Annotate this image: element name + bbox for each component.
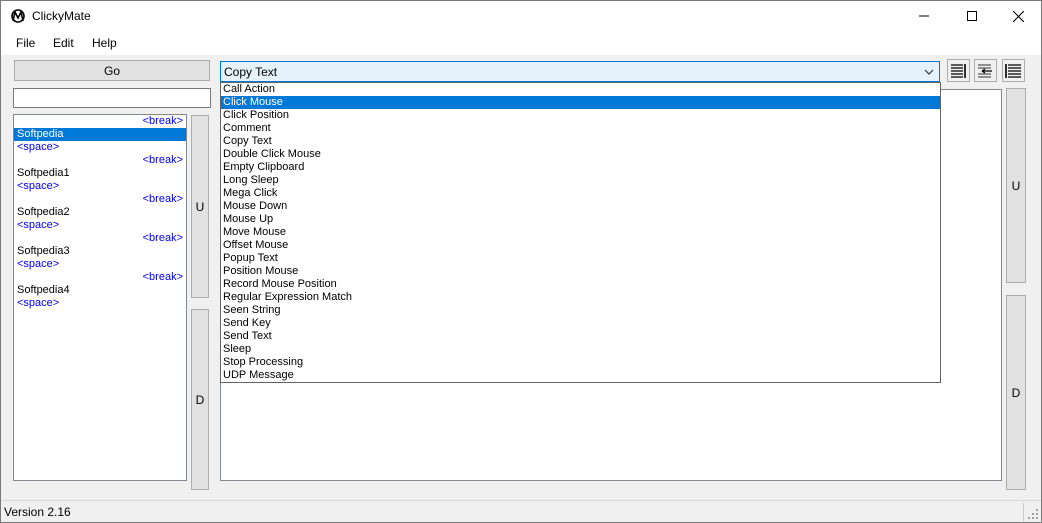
break-marker[interactable]: <break> bbox=[14, 193, 186, 206]
go-button[interactable]: Go bbox=[14, 60, 210, 81]
action-option[interactable]: Empty Clipboard bbox=[221, 161, 940, 174]
menu-edit[interactable]: Edit bbox=[53, 36, 74, 50]
sequence-item[interactable]: Softpedia4 bbox=[14, 284, 186, 297]
action-type-select[interactable]: Copy Text bbox=[220, 61, 940, 82]
action-option[interactable]: Click Position bbox=[221, 109, 940, 122]
resize-grip-icon[interactable] bbox=[1027, 508, 1039, 520]
sequence-item[interactable]: Softpedia2 bbox=[14, 206, 186, 219]
minimize-button[interactable] bbox=[901, 1, 947, 31]
action-option[interactable]: Click Mouse bbox=[221, 96, 940, 109]
sequence-item[interactable]: Softpedia bbox=[14, 128, 186, 141]
command-input[interactable] bbox=[13, 88, 211, 108]
wrap-lines-icon bbox=[1005, 64, 1021, 78]
action-option[interactable]: Regular Expression Match bbox=[221, 291, 940, 304]
break-marker[interactable]: <break> bbox=[14, 271, 186, 284]
break-marker[interactable]: <break> bbox=[14, 232, 186, 245]
sequence-item[interactable]: Softpedia1 bbox=[14, 167, 186, 180]
window-title: ClickyMate bbox=[32, 9, 91, 23]
right-up-button[interactable]: U bbox=[1006, 88, 1026, 283]
action-option[interactable]: Mouse Up bbox=[221, 213, 940, 226]
break-marker[interactable]: <break> bbox=[14, 154, 186, 167]
action-option[interactable]: Call Action bbox=[221, 83, 940, 96]
insert-line-icon bbox=[951, 64, 966, 78]
action-option[interactable]: Popup Text bbox=[221, 252, 940, 265]
action-option[interactable]: Move Mouse bbox=[221, 226, 940, 239]
close-button[interactable] bbox=[995, 1, 1041, 31]
minimize-icon bbox=[919, 15, 929, 17]
sequence-item[interactable]: Softpedia3 bbox=[14, 245, 186, 258]
action-option[interactable]: Stop Processing bbox=[221, 356, 940, 369]
space-marker[interactable]: <space> bbox=[14, 258, 186, 271]
version-label: Version 2.16 bbox=[4, 505, 71, 519]
action-option[interactable]: Seen String bbox=[221, 304, 940, 317]
right-down-button[interactable]: D bbox=[1006, 295, 1026, 490]
menu-bar: File Edit Help bbox=[1, 31, 1041, 55]
space-marker[interactable]: <space> bbox=[14, 180, 186, 193]
action-type-value: Copy Text bbox=[224, 65, 278, 79]
action-option[interactable]: Send Key bbox=[221, 317, 940, 330]
replace-line-icon bbox=[978, 64, 992, 78]
space-marker[interactable]: <space> bbox=[14, 141, 186, 154]
app-logo-icon bbox=[11, 9, 25, 23]
close-icon bbox=[1012, 10, 1024, 22]
action-option[interactable]: Mega Click bbox=[221, 187, 940, 200]
action-option[interactable]: Send Text bbox=[221, 330, 940, 343]
status-separator bbox=[1023, 503, 1024, 521]
maximize-icon bbox=[967, 11, 977, 21]
main-window: ClickyMate File Edit Help Go <break> Soft… bbox=[0, 0, 1042, 523]
move-up-button[interactable]: U bbox=[191, 115, 209, 298]
title-bar: ClickyMate bbox=[1, 1, 1041, 31]
menu-help[interactable]: Help bbox=[92, 36, 117, 50]
action-option[interactable]: Record Mouse Position bbox=[221, 278, 940, 291]
action-option[interactable]: Sleep bbox=[221, 343, 940, 356]
replace-line-button[interactable] bbox=[974, 59, 997, 82]
action-type-dropdown[interactable]: Call Action Click Mouse Click Position Comm… bbox=[220, 82, 941, 383]
action-option[interactable]: Mouse Down bbox=[221, 200, 940, 213]
space-marker[interactable]: <space> bbox=[14, 219, 186, 232]
menu-file[interactable]: File bbox=[16, 36, 35, 50]
action-option[interactable]: Long Sleep bbox=[221, 174, 940, 187]
chevron-down-icon bbox=[924, 69, 934, 75]
action-option[interactable]: Offset Mouse bbox=[221, 239, 940, 252]
action-option[interactable]: Double Click Mouse bbox=[221, 148, 940, 161]
action-option[interactable]: Copy Text bbox=[221, 135, 940, 148]
action-option[interactable]: Comment bbox=[221, 122, 940, 135]
move-down-button[interactable]: D bbox=[191, 309, 209, 490]
status-bar: Version 2.16 bbox=[1, 500, 1041, 522]
space-marker[interactable]: <space> bbox=[14, 297, 186, 310]
action-option[interactable]: UDP Message bbox=[221, 369, 940, 382]
action-option[interactable]: Position Mouse bbox=[221, 265, 940, 278]
sequence-list[interactable]: <break> Softpedia <space> <break> Softpedia1… bbox=[13, 114, 187, 481]
break-marker[interactable]: <break> bbox=[14, 115, 186, 128]
maximize-button[interactable] bbox=[949, 1, 995, 31]
wrap-lines-button[interactable] bbox=[1002, 59, 1025, 82]
insert-line-button[interactable] bbox=[947, 59, 970, 82]
